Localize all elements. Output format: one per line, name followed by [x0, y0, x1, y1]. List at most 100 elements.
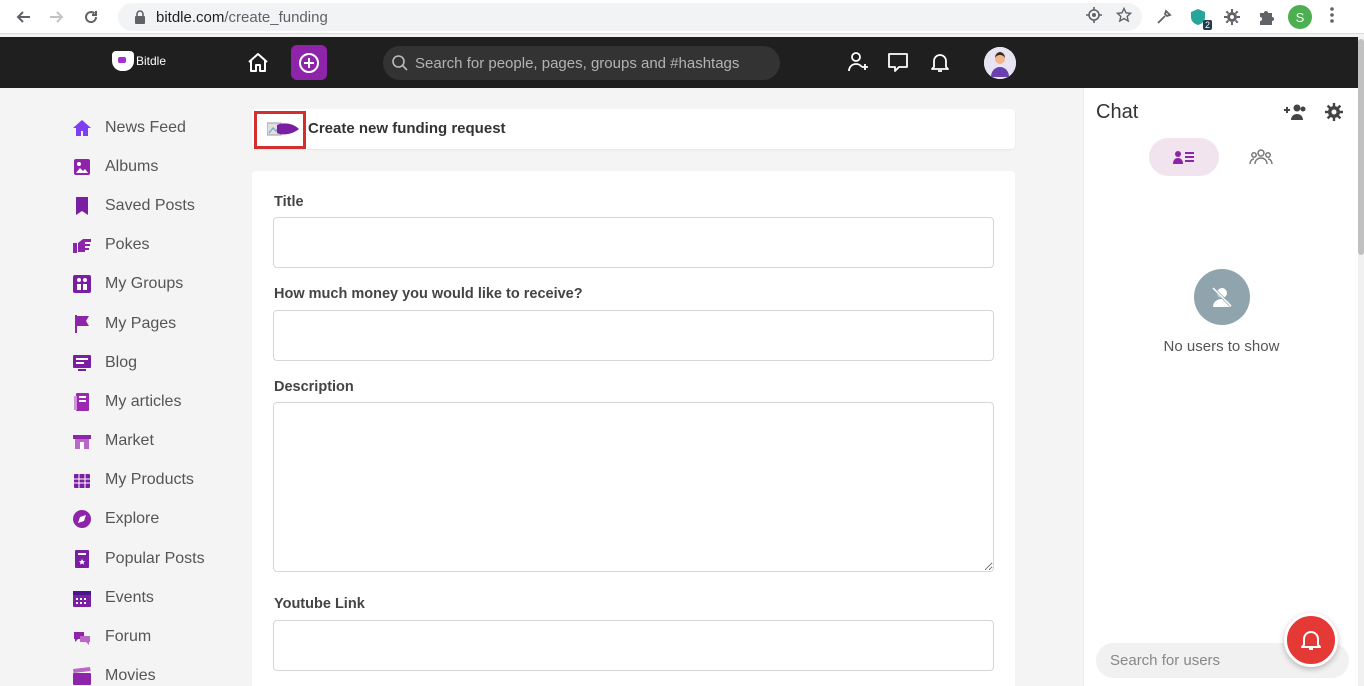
youtube-link-label: Youtube Link	[274, 596, 365, 612]
site-logo[interactable]: Bitdle	[112, 51, 166, 71]
forward-arrow-icon[interactable]	[42, 2, 72, 32]
search-icon	[392, 55, 408, 71]
products-icon	[72, 470, 92, 490]
chat-settings-gear-icon[interactable]	[1321, 99, 1347, 125]
sidebar-item-forum[interactable]: Forum	[72, 617, 242, 656]
flag-icon	[72, 314, 92, 334]
gear-extension-icon[interactable]	[1220, 5, 1244, 29]
user-list-icon	[1173, 151, 1194, 164]
reload-icon[interactable]	[76, 2, 106, 32]
browser-toolbar: bitdle.com/create_funding 2 S	[0, 0, 1364, 34]
movies-icon	[72, 666, 92, 686]
profile-avatar[interactable]: S	[1288, 5, 1312, 29]
sidebar-item-movies[interactable]: Movies	[72, 657, 242, 686]
tab-users[interactable]	[1149, 138, 1219, 176]
back-arrow-icon[interactable]	[8, 2, 38, 32]
notifications-bell-icon[interactable]	[928, 50, 952, 74]
lock-icon	[134, 10, 146, 24]
url-path: /create_funding	[224, 8, 328, 26]
url-domain: bitdle.com	[156, 8, 225, 26]
sidebar-item-label: My Pages	[105, 314, 177, 332]
create-button[interactable]	[291, 45, 327, 80]
sidebar-item-label: Popular Posts	[105, 549, 205, 567]
sidebar-item-label: My Products	[105, 471, 194, 489]
sidebar-item-label: My articles	[105, 392, 182, 410]
page-title: Create new funding request	[308, 120, 506, 137]
add-group-chat-icon[interactable]	[1282, 99, 1308, 125]
sidebar-item-popular-posts[interactable]: Popular Posts	[72, 539, 242, 578]
articles-icon	[72, 392, 92, 412]
puzzle-extensions-icon[interactable]	[1254, 5, 1278, 29]
site-search[interactable]	[383, 46, 780, 80]
messages-icon[interactable]	[886, 50, 910, 74]
bookmark-star-icon[interactable]	[1115, 6, 1133, 28]
sidebar-item-market[interactable]: Market	[72, 422, 242, 461]
sidebar-item-pokes[interactable]: Pokes	[72, 226, 242, 265]
push-notification-bell-button[interactable]	[1284, 613, 1338, 667]
eyedropper-extension-icon[interactable]	[1152, 5, 1176, 29]
sidebar-item-label: Saved Posts	[105, 196, 195, 214]
description-textarea[interactable]	[273, 402, 994, 572]
location-target-icon[interactable]	[1086, 7, 1102, 28]
sidebar-item-events[interactable]: Events	[72, 578, 242, 617]
groups-icon	[72, 274, 92, 294]
chat-panel: Chat No users to show	[1083, 88, 1358, 686]
plus-circle-icon	[299, 52, 319, 73]
highlighted-funding-image[interactable]	[254, 111, 306, 149]
sidebar-item-my-pages[interactable]: My Pages	[72, 304, 242, 343]
bookmark-icon	[72, 196, 92, 216]
tab-groups[interactable]	[1246, 146, 1276, 168]
user-avatar[interactable]	[984, 47, 1016, 79]
albums-icon	[72, 157, 92, 177]
sidebar-item-label: My Groups	[105, 275, 184, 293]
bell-icon	[1301, 631, 1321, 650]
sidebar-item-my-groups[interactable]: My Groups	[72, 265, 242, 304]
sidebar-item-label: Pokes	[105, 236, 150, 254]
extension-badge: 2	[1202, 20, 1212, 30]
search-input[interactable]	[415, 54, 775, 72]
app-header: Bitdle	[0, 37, 1364, 88]
sidebar-item-label: News Feed	[105, 118, 186, 136]
sidebar-item-label: Blog	[105, 353, 138, 371]
sidebar-item-explore[interactable]: Explore	[72, 500, 242, 539]
left-sidebar: News Feed Albums Saved Posts Pokes My Gr…	[72, 108, 242, 686]
sidebar-item-my-articles[interactable]: My articles	[72, 382, 242, 421]
explore-icon	[72, 509, 92, 529]
sidebar-item-blog[interactable]: Blog	[72, 343, 242, 382]
sidebar-item-saved-posts[interactable]: Saved Posts	[72, 186, 242, 225]
description-label: Description	[274, 379, 354, 395]
url-text: bitdle.com/create_funding	[156, 9, 328, 26]
sidebar-item-label: Market	[105, 432, 154, 450]
page-scrollbar[interactable]	[1358, 37, 1364, 686]
address-bar[interactable]: bitdle.com/create_funding	[118, 3, 1142, 31]
page-heading-card: Create new funding request	[252, 109, 1015, 149]
sidebar-item-label: Movies	[105, 667, 156, 685]
funding-form: Title How much money you would like to r…	[252, 171, 1015, 686]
scrollbar-thumb[interactable]	[1358, 39, 1364, 255]
popular-icon	[72, 549, 92, 569]
poke-hand-icon	[72, 235, 92, 255]
title-input[interactable]	[273, 217, 994, 268]
market-icon	[72, 431, 92, 451]
chat-title: Chat	[1096, 101, 1139, 123]
amount-input[interactable]	[273, 310, 994, 361]
calendar-icon	[72, 588, 92, 608]
blog-icon	[72, 353, 92, 373]
logo-text: Bitdle	[136, 54, 167, 68]
group-icon	[1249, 149, 1273, 165]
amount-label: How much money you would like to receive…	[274, 286, 583, 302]
sidebar-item-label: Albums	[105, 157, 159, 175]
sidebar-item-my-products[interactable]: My Products	[72, 461, 242, 500]
sidebar-item-news-feed[interactable]: News Feed	[72, 108, 242, 147]
youtube-link-input[interactable]	[273, 620, 994, 671]
sidebar-item-albums[interactable]: Albums	[72, 147, 242, 186]
no-users-message: No users to show	[1163, 338, 1280, 355]
logo-mark-icon	[112, 51, 134, 71]
sidebar-item-label: Explore	[105, 510, 160, 528]
home-icon[interactable]	[244, 49, 272, 77]
broken-image-icon	[267, 122, 299, 136]
home-icon	[72, 118, 92, 138]
add-friend-icon[interactable]	[846, 50, 870, 74]
shield-extension-icon[interactable]: 2	[1186, 5, 1212, 30]
browser-menu-icon[interactable]	[1322, 6, 1342, 28]
